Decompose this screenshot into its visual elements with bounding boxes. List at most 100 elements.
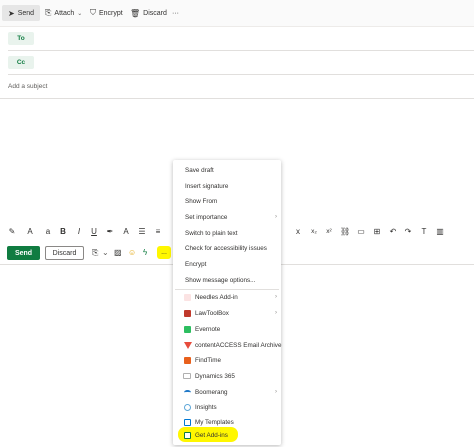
bullets-icon[interactable]: ☰ xyxy=(137,227,147,237)
more-options-button[interactable]: ··· xyxy=(172,6,179,20)
italic-icon[interactable]: I xyxy=(74,227,84,237)
lawtoolbox-icon xyxy=(184,309,191,317)
menu-item-insert-signature[interactable]: Insert signature xyxy=(173,179,281,193)
send-button[interactable]: Send xyxy=(7,246,40,260)
send-command-label: Send xyxy=(17,9,35,17)
menu-item-label: contentACCESS Email Archive xyxy=(195,341,282,349)
menu-item-accessibility[interactable]: Check for accessibility issues xyxy=(173,241,281,255)
attach-icon[interactable]: ⎘ xyxy=(92,247,98,259)
subject-divider xyxy=(0,98,474,99)
menu-item-label: Dynamics 365 xyxy=(195,372,235,380)
menu-item-label: LawToolBox xyxy=(195,309,229,317)
bold-icon[interactable]: B xyxy=(58,227,68,237)
menu-item-message-options[interactable]: Show message options... xyxy=(173,273,281,287)
trash-icon: 🗑 xyxy=(130,8,141,18)
send-command-button[interactable]: ➤ Send xyxy=(2,5,41,21)
loop-icon[interactable]: ϟ xyxy=(143,247,147,259)
subject-input[interactable]: Add a subject xyxy=(8,83,47,90)
link-icon[interactable]: ⛓ xyxy=(340,227,350,237)
menu-item-findtime[interactable]: FindTime xyxy=(173,353,281,367)
dynamics-icon xyxy=(183,373,191,379)
menu-item-label: Set importance xyxy=(185,213,228,221)
redo-icon[interactable]: ↷ xyxy=(403,227,413,237)
command-bar-divider xyxy=(0,26,474,27)
numbering-icon[interactable]: ≡ xyxy=(153,227,163,237)
shield-icon: ⛉ xyxy=(90,8,96,17)
menu-item-contentaccess[interactable]: contentACCESS Email Archive xyxy=(173,338,281,352)
menu-item-label: Needles Add-in xyxy=(195,293,238,301)
underline-icon[interactable]: U xyxy=(89,227,99,237)
emoji-icon[interactable]: ☺ xyxy=(128,247,136,259)
table-icon[interactable]: ⊞ xyxy=(372,227,382,237)
send-button-label: Send xyxy=(14,249,33,257)
menu-item-insights[interactable]: Insights xyxy=(173,400,281,414)
menu-item-show-from[interactable]: Show From xyxy=(173,194,281,208)
menu-item-evernote[interactable]: Evernote xyxy=(173,322,281,336)
menu-item-encrypt[interactable]: Encrypt xyxy=(173,257,281,271)
menu-item-dynamics[interactable]: Dynamics 365 xyxy=(173,369,281,383)
encrypt-button[interactable]: ⛉ Encrypt xyxy=(90,6,123,20)
menu-item-label: Show message options... xyxy=(185,276,256,284)
font-color-icon[interactable]: A xyxy=(121,227,131,237)
boomerang-icon xyxy=(184,389,191,395)
highlight-icon[interactable]: ✒ xyxy=(105,227,115,237)
attach-label: Attach xyxy=(54,9,75,17)
menu-item-my-templates[interactable]: My Templates xyxy=(173,415,281,429)
command-bar: ➤ Send ⎘ Attach ⌄ ⛉ Encrypt 🗑 Discard ··… xyxy=(0,0,474,26)
discard-command-button[interactable]: 🗑 Discard xyxy=(130,6,167,20)
cc-label: Cc xyxy=(16,59,26,66)
format-painter-icon[interactable]: ✎ xyxy=(7,227,17,237)
menu-item-label: Evernote xyxy=(195,325,221,333)
menu-item-needles[interactable]: Needles Add-in › xyxy=(173,290,281,304)
to-divider xyxy=(8,50,474,51)
menu-item-set-importance[interactable]: Set importance › xyxy=(173,210,281,224)
chevron-right-icon: › xyxy=(275,310,277,316)
subscript-icon[interactable]: x₂ xyxy=(309,227,319,237)
send-icon: ➤ xyxy=(8,8,15,18)
menu-item-label: Boomerang xyxy=(195,388,228,396)
cc-divider xyxy=(8,74,474,75)
needles-icon xyxy=(184,293,191,301)
image-icon[interactable]: ▭ xyxy=(356,227,366,237)
insights-icon xyxy=(184,403,191,411)
get-addins-icon xyxy=(184,431,191,439)
undo-icon[interactable]: ↶ xyxy=(388,227,398,237)
insert-picture-icon[interactable]: ▨ xyxy=(114,247,122,259)
font-size-icon[interactable]: A xyxy=(25,227,35,237)
subject-placeholder: Add a subject xyxy=(8,83,48,90)
menu-item-lawtoolbox[interactable]: LawToolBox › xyxy=(173,306,281,320)
chevron-right-icon: › xyxy=(275,389,277,395)
chevron-down-icon[interactable]: ⌄ xyxy=(77,10,82,17)
evernote-icon xyxy=(184,325,191,333)
menu-item-get-addins[interactable]: Get Add-ins xyxy=(173,428,281,442)
strikethrough-icon[interactable]: x xyxy=(293,227,303,237)
superscript-icon[interactable]: x² xyxy=(324,227,334,237)
menu-item-label: Show From xyxy=(185,197,218,205)
more-options-label: ··· xyxy=(172,9,179,17)
attach-chevron-icon[interactable]: ⌄ xyxy=(102,247,109,259)
to-button[interactable]: To xyxy=(8,32,34,45)
menu-item-label: Get Add-ins xyxy=(195,431,228,439)
more-actions-button[interactable]: ... xyxy=(157,246,171,259)
font-size-down-icon[interactable]: a xyxy=(43,227,53,237)
discard-label: Discard xyxy=(143,9,167,17)
menu-item-label: Insights xyxy=(195,403,217,411)
clear-format-icon[interactable]: T xyxy=(419,227,429,237)
menu-item-label: My Templates xyxy=(195,418,234,426)
more-formatting-icon[interactable]: ▥ xyxy=(435,227,445,237)
encrypt-label: Encrypt xyxy=(99,9,123,17)
menu-item-label: Encrypt xyxy=(185,260,207,268)
menu-item-plain-text[interactable]: Switch to plain text xyxy=(173,226,281,240)
attach-button[interactable]: ⎘ Attach ⌄ xyxy=(45,6,82,20)
cc-button[interactable]: Cc xyxy=(8,56,34,69)
more-actions-menu: Save draft Insert signature Show From Se… xyxy=(173,160,281,445)
discard-button[interactable]: Discard xyxy=(45,246,84,260)
menu-item-label: FindTime xyxy=(195,356,222,364)
more-actions-label: ... xyxy=(161,249,167,256)
menu-item-boomerang[interactable]: Boomerang › xyxy=(173,385,281,399)
paperclip-icon: ⎘ xyxy=(45,8,52,17)
menu-item-label: Save draft xyxy=(185,166,214,174)
findtime-icon xyxy=(184,356,191,364)
menu-item-label: Check for accessibility issues xyxy=(185,244,267,252)
menu-item-save-draft[interactable]: Save draft xyxy=(173,163,281,177)
